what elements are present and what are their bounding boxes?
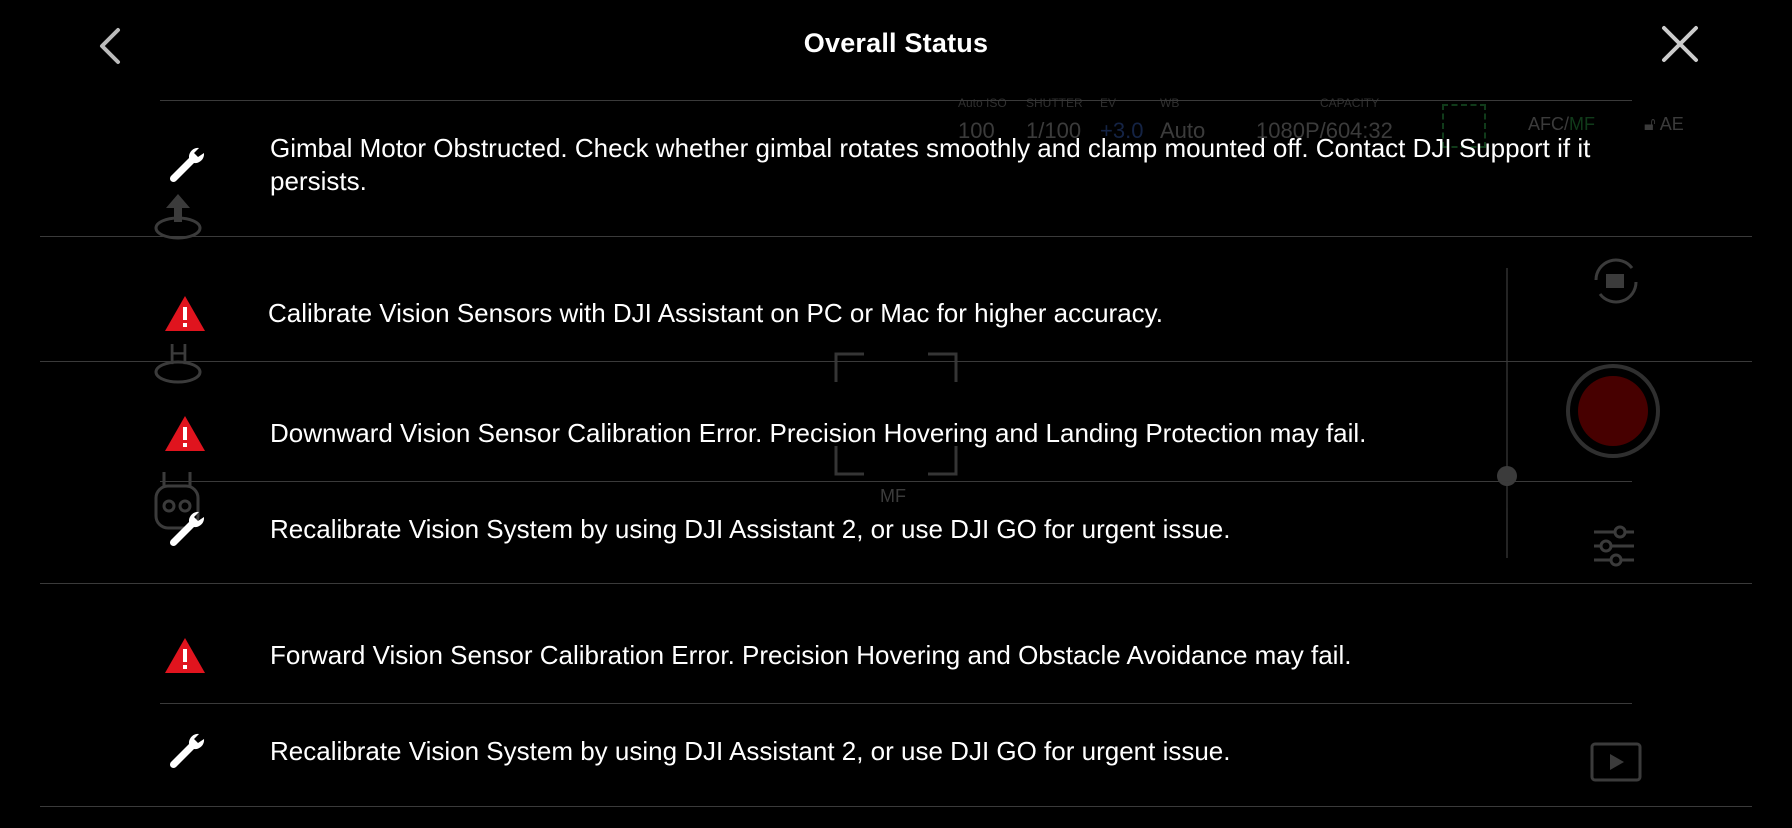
divider [160,481,1632,482]
warning-icon [165,296,205,331]
divider [40,806,1752,807]
page-title: Overall Status [803,28,989,58]
status-item-text: Downward Vision Sensor Calibration Error… [270,418,1367,448]
ae-label: AE [1659,114,1684,134]
ev-label: EV [1100,96,1117,110]
warning-icon [165,638,205,673]
divider [40,583,1752,584]
svg-text:H: H [168,338,189,371]
ae-lock: 🔓︎ AE [1644,114,1684,135]
mf-label: MF [1569,114,1596,134]
afc-label: AFC [1528,114,1564,134]
status-item-text: Gimbal Motor Obstructed. Check whether g… [270,133,1591,196]
wb-label: WB [1160,96,1180,110]
warning-icon [165,416,205,451]
focus-mode-label: MF [880,486,906,506]
takeoff-icon [154,194,202,240]
status-item-text: Forward Vision Sensor Calibration Error.… [270,640,1352,670]
unlock-icon: 🔓︎ [1644,114,1656,134]
status-item-text: Recalibrate Vision System by using DJI A… [270,736,1231,766]
capacity-label: CAPACITY [1320,96,1380,110]
gimbal-slider-thumb [1497,466,1517,486]
close-button[interactable] [1660,24,1700,64]
wrench-icon [169,733,205,769]
focus-box-icon [834,352,958,476]
wrench-icon [169,511,205,547]
divider [40,361,1752,362]
wrench-icon [169,147,205,183]
return-home-icon: H [154,338,202,384]
shutter-label: SHUTTER [1026,96,1083,110]
status-item-text: Calibrate Vision Sensors with DJI Assist… [268,298,1163,328]
status-item-text: Recalibrate Vision System by using DJI A… [270,514,1231,544]
divider [160,100,1632,101]
divider [160,703,1632,704]
divider [40,236,1752,237]
iso-label: Auto ISO [958,96,1007,110]
